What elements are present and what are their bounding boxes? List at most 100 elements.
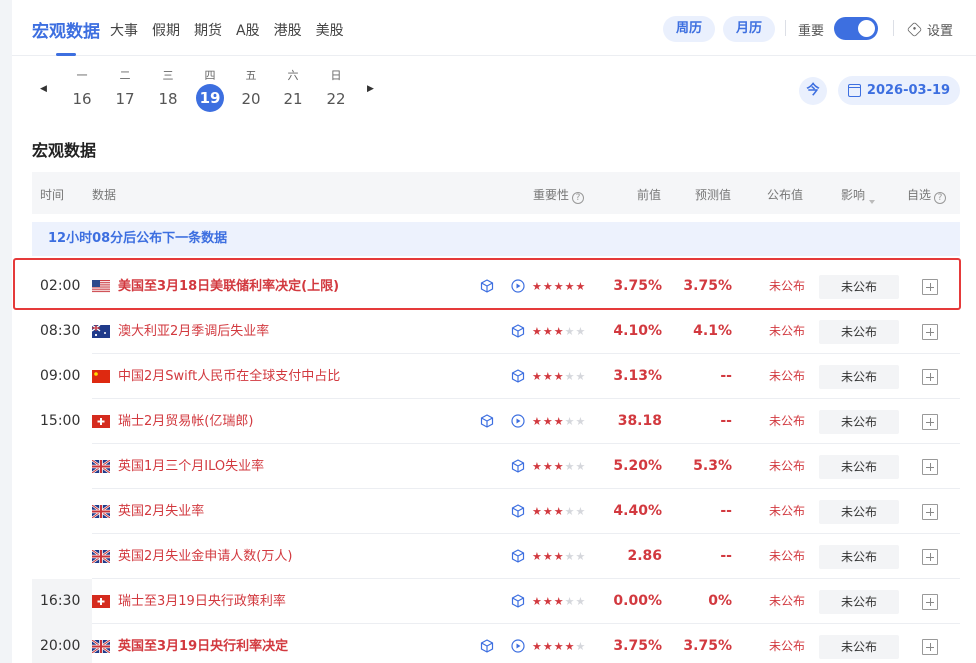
cube-icon[interactable] — [480, 414, 494, 428]
cube-icon[interactable] — [511, 549, 525, 563]
day-21[interactable]: 六 21 — [278, 68, 308, 112]
tab-us-stocks[interactable]: 美股 — [316, 20, 344, 40]
cube-icon[interactable] — [511, 594, 525, 608]
cube-icon[interactable] — [511, 369, 525, 383]
importance-stars: ★★★★★ — [532, 460, 587, 473]
impact-badge: 未公布 — [819, 455, 899, 479]
indicator-name[interactable]: 瑞士至3月19日央行政策利率 — [118, 579, 286, 624]
settings-button[interactable]: 设置 — [906, 20, 953, 39]
day-18[interactable]: 三 18 — [153, 68, 183, 112]
release-time: 02:00 — [40, 278, 81, 294]
add-watchlist-icon[interactable] — [922, 504, 938, 520]
prev-week-arrow-icon[interactable]: ◀ — [40, 84, 47, 94]
table-row[interactable]: 英国2月失业金申请人数(万人) ★★★★★ 2.86 -- 未公布 未公布 — [32, 534, 960, 579]
help-icon[interactable]: ? — [934, 192, 947, 204]
tab-events[interactable]: 大事 — [110, 20, 138, 40]
indicator-name[interactable]: 英国至3月19日央行利率决定 — [118, 624, 288, 663]
weekday-label: 二 — [119, 69, 131, 82]
day-number: 16 — [72, 90, 92, 108]
impact-badge: 未公布 — [819, 500, 899, 524]
cube-icon[interactable] — [480, 279, 494, 293]
toggle-knob — [858, 20, 875, 37]
col-forecast: 预测值 — [695, 188, 732, 202]
cube-icon[interactable] — [511, 324, 525, 338]
day-number: 22 — [326, 90, 346, 108]
divider — [893, 20, 894, 36]
indicator-name[interactable]: 中国2月Swift人民币在全球支付中占比 — [118, 354, 340, 399]
add-watchlist-icon[interactable] — [922, 459, 938, 475]
forecast-value: 3.75% — [683, 278, 732, 294]
calendar-panel: 宏观数据 大事 假期 期货 A股 港股 美股 周历 月历 重要 设置 ◀ 一 16… — [12, 0, 976, 663]
important-toggle[interactable] — [834, 17, 878, 40]
add-watchlist-icon[interactable] — [922, 369, 938, 385]
col-watchlist: 自选? — [907, 186, 947, 204]
release-time: 09:00 — [40, 368, 81, 384]
add-watchlist-icon[interactable] — [922, 594, 938, 610]
add-watchlist-icon[interactable] — [922, 639, 938, 655]
tab-futures[interactable]: 期货 — [194, 20, 222, 40]
add-watchlist-icon[interactable] — [922, 279, 938, 295]
cube-icon[interactable] — [480, 639, 494, 653]
day-16[interactable]: 一 16 — [67, 68, 97, 112]
forecast-value: -- — [720, 548, 732, 564]
actual-value: 未公布 — [768, 549, 805, 563]
uk-flag-icon — [91, 639, 111, 654]
col-previous: 前值 — [637, 188, 662, 202]
previous-value: 3.13% — [613, 368, 662, 384]
indicator-name[interactable]: 澳大利亚2月季调后失业率 — [118, 309, 269, 354]
previous-value: 3.75% — [613, 278, 662, 294]
previous-value: 4.40% — [613, 503, 662, 519]
release-time — [32, 489, 92, 534]
forecast-value: 4.1% — [693, 323, 732, 339]
month-calendar-button[interactable]: 月历 — [723, 16, 775, 42]
table-row[interactable]: 02:00 美国至3月18日美联储利率决定(上限) ★★★★★ 3.75% 3.75% 未… — [32, 264, 960, 309]
day-22[interactable]: 日 22 — [321, 68, 351, 112]
actual-value: 未公布 — [768, 369, 805, 383]
indicator-name[interactable]: 英国1月三个月ILO失业率 — [118, 444, 264, 489]
tab-hk-stocks[interactable]: 港股 — [274, 20, 302, 40]
previous-value: 3.75% — [613, 638, 662, 654]
tab-holidays[interactable]: 假期 — [152, 20, 180, 40]
weekday-label: 三 — [162, 69, 174, 82]
cube-icon[interactable] — [511, 504, 525, 518]
table-row[interactable]: 英国1月三个月ILO失业率 ★★★★★ 5.20% 5.3% 未公布 未公布 — [32, 444, 960, 489]
indicator-name[interactable]: 英国2月失业金申请人数(万人) — [118, 534, 292, 579]
table-row[interactable]: 英国2月失业率 ★★★★★ 4.40% -- 未公布 未公布 — [32, 489, 960, 534]
play-icon[interactable] — [511, 414, 525, 428]
week-calendar-button[interactable]: 周历 — [663, 16, 715, 42]
date-picker-button[interactable]: 2026-03-19 — [838, 76, 960, 105]
indicator-name[interactable]: 美国至3月18日美联储利率决定(上限) — [118, 264, 339, 309]
indicator-name[interactable]: 瑞士2月贸易帐(亿瑞郎) — [118, 399, 253, 444]
table-row[interactable]: 09:00 中国2月Swift人民币在全球支付中占比 ★★★★★ 3.13% -- 未公布… — [32, 354, 960, 399]
add-watchlist-icon[interactable] — [922, 414, 938, 430]
col-impact-label: 影响 — [841, 188, 866, 202]
add-watchlist-icon[interactable] — [922, 549, 938, 565]
selected-date: 2026-03-19 — [866, 83, 951, 98]
actual-value: 未公布 — [768, 594, 805, 608]
release-time: 15:00 — [40, 413, 81, 429]
table-row[interactable]: 20:00 英国至3月19日央行利率决定 ★★★★★ 3.75% 3.75% 未公布 未公布 — [32, 624, 960, 663]
forecast-value: 3.75% — [683, 638, 732, 654]
day-20[interactable]: 五 20 — [236, 68, 266, 112]
weekday-label: 日 — [330, 69, 342, 82]
table-row[interactable]: 16:30 瑞士至3月19日央行政策利率 ★★★★★ 0.00% 0% 未公布 未公布 — [32, 579, 960, 624]
add-watchlist-icon[interactable] — [922, 324, 938, 340]
ch-flag-icon — [92, 595, 110, 608]
today-button[interactable]: 今 — [799, 77, 827, 105]
weekday-label: 四 — [204, 69, 216, 82]
day-19[interactable]: 四 19 — [195, 68, 225, 112]
col-impact[interactable]: 影响 — [841, 186, 876, 204]
help-icon[interactable]: ? — [572, 192, 585, 204]
section-title: 宏观数据 — [32, 141, 97, 160]
table-row[interactable]: 15:00 瑞士2月贸易帐(亿瑞郎) ★★★★★ 38.18 -- 未公布 未公布 — [32, 399, 960, 444]
play-icon[interactable] — [511, 279, 525, 293]
play-icon[interactable] — [511, 639, 525, 653]
table-row[interactable]: 08:30 澳大利亚2月季调后失业率 ★★★★★ 4.10% 4.1% 未公布 未公布 — [32, 309, 960, 354]
next-week-arrow-icon[interactable]: ▶ — [367, 84, 374, 94]
cube-icon[interactable] — [511, 459, 525, 473]
indicator-name[interactable]: 英国2月失业率 — [118, 489, 204, 534]
au-flag-icon — [91, 324, 110, 338]
day-17[interactable]: 二 17 — [110, 68, 140, 112]
tab-a-shares[interactable]: A股 — [236, 20, 260, 40]
tab-macro-data[interactable]: 宏观数据 — [32, 17, 100, 42]
